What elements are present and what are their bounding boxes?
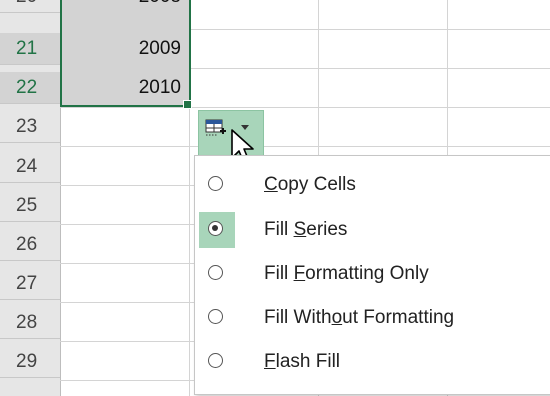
radio-icon <box>208 353 223 368</box>
menu-item-label: Fill Series <box>264 219 348 240</box>
row-header-28[interactable]: 28 <box>0 307 60 339</box>
grid-line <box>60 146 550 147</box>
menu-item-label: Fill Without Formatting <box>264 307 455 328</box>
row-header-25[interactable]: 25 <box>0 190 60 222</box>
radio-icon <box>208 265 223 280</box>
row-header-21[interactable]: 21 <box>0 33 60 65</box>
menu-item-fill-formatting-only[interactable]: Fill Formatting Only <box>195 251 550 297</box>
menu-item-fill-without-formatting[interactable]: Fill Without Formatting <box>195 295 550 341</box>
radio-icon <box>208 221 223 236</box>
radio-icon <box>208 176 223 191</box>
row-header-29[interactable]: 29 <box>0 346 60 378</box>
fill-handle[interactable] <box>183 100 192 109</box>
grid-line <box>60 107 550 108</box>
row-header-20[interactable]: 20 <box>0 0 60 13</box>
row-header-23[interactable]: 23 <box>0 111 60 143</box>
menu-item-flash-fill[interactable]: Flash Fill <box>195 339 550 385</box>
row-headers: 20 21 22 23 24 25 26 27 28 29 <box>0 0 61 396</box>
row-header-22[interactable]: 22 <box>0 72 60 104</box>
menu-item-label: Flash Fill <box>264 351 341 372</box>
menu-item-fill-series[interactable]: Fill Series <box>195 207 550 253</box>
menu-item-copy-cells[interactable]: Copy Cells <box>195 162 550 208</box>
menu-item-label: Fill Formatting Only <box>264 263 429 284</box>
radio-icon <box>208 309 223 324</box>
row-header-27[interactable]: 27 <box>0 268 60 300</box>
auto-fill-options-menu: Copy Cells Fill Series Fill Formatting O… <box>194 155 550 395</box>
autofill-options-icon <box>205 119 226 136</box>
spreadsheet: 20 21 22 23 24 25 26 27 28 29 2008 2009 … <box>0 0 550 396</box>
row-header-26[interactable]: 26 <box>0 229 60 261</box>
menu-item-label: Copy Cells <box>264 174 356 195</box>
row-header-24[interactable]: 24 <box>0 151 60 183</box>
selection-border <box>60 0 191 107</box>
